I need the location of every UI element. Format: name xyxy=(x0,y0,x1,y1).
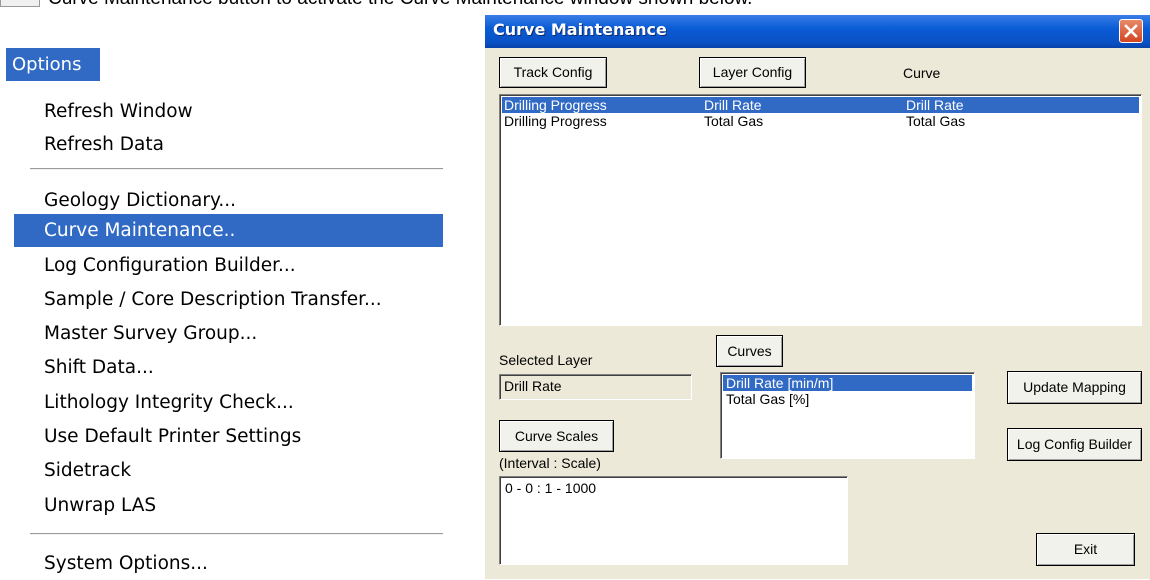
options-menu-title[interactable]: Options xyxy=(6,48,100,81)
menu-item-shift-data[interactable]: Shift Data... xyxy=(14,351,443,384)
scale-list-item-label: 0 - 0 : 1 - 1000 xyxy=(505,480,597,496)
dialog-titlebar[interactable]: Curve Maintenance xyxy=(485,15,1150,48)
curves-list-item[interactable]: Drill Rate [min/m] xyxy=(723,375,972,391)
mapping-row[interactable]: Drilling Progress Drill Rate Drill Rate xyxy=(502,97,1139,113)
instruction-text: Curve Maintenance button to activate the… xyxy=(48,0,752,9)
curves-list-item-label: Drill Rate [min/m] xyxy=(726,375,834,391)
selected-layer-label: Selected Layer xyxy=(499,352,593,368)
curves-button[interactable]: Curves xyxy=(716,335,783,367)
interval-scale-label: (Interval : Scale) xyxy=(499,455,601,471)
menu-item-sidetrack[interactable]: Sidetrack xyxy=(14,454,443,487)
instruction-caption: Curve Maintenance button to activate the… xyxy=(0,0,1150,10)
button-glyph-icon xyxy=(0,0,40,7)
menu-item-curve-maintenance[interactable]: Curve Maintenance.. xyxy=(14,214,443,247)
close-icon xyxy=(1124,24,1138,38)
mapping-track: Drilling Progress xyxy=(504,113,607,129)
close-button[interactable] xyxy=(1119,19,1143,43)
curves-list-item[interactable]: Total Gas [%] xyxy=(723,391,972,407)
track-config-button[interactable]: Track Config xyxy=(499,57,607,88)
menu-item-log-configuration-builder[interactable]: Log Configuration Builder... xyxy=(14,249,443,282)
menu-item-master-survey-group[interactable]: Master Survey Group... xyxy=(14,317,443,350)
selected-layer-field: Drill Rate xyxy=(499,374,692,400)
log-config-builder-button[interactable]: Log Config Builder xyxy=(1007,428,1142,461)
mapping-curve: Drill Rate xyxy=(906,97,964,113)
scale-list-item[interactable]: 0 - 0 : 1 - 1000 xyxy=(502,480,842,496)
curves-list[interactable]: Drill Rate [min/m] Total Gas [%] xyxy=(720,372,975,459)
menu-item-sample-core-transfer[interactable]: Sample / Core Description Transfer... xyxy=(14,283,443,316)
dialog-title: Curve Maintenance xyxy=(493,20,667,39)
menu-item-lithology-integrity-check[interactable]: Lithology Integrity Check... xyxy=(14,386,443,419)
curve-column-header: Curve xyxy=(903,65,941,81)
menu-item-default-printer-settings[interactable]: Use Default Printer Settings xyxy=(14,420,443,453)
mapping-layer: Drill Rate xyxy=(704,97,762,113)
menu-item-geology-dictionary[interactable]: Geology Dictionary... xyxy=(14,184,443,217)
menu-separator xyxy=(30,168,443,170)
menu-item-unwrap-las[interactable]: Unwrap LAS xyxy=(14,489,443,522)
menu-item-refresh-data[interactable]: Refresh Data xyxy=(14,128,443,161)
curves-list-item-label: Total Gas [%] xyxy=(726,391,810,407)
mapping-curve: Total Gas xyxy=(906,113,966,129)
curve-maintenance-dialog: Curve Maintenance Track Config Layer Con… xyxy=(485,15,1150,579)
curve-scales-list[interactable]: 0 - 0 : 1 - 1000 xyxy=(499,476,848,565)
mapping-track: Drilling Progress xyxy=(504,97,607,113)
mapping-list[interactable]: Drilling Progress Drill Rate Drill Rate … xyxy=(499,94,1142,326)
layer-config-button[interactable]: Layer Config xyxy=(699,57,806,88)
mapping-layer: Total Gas xyxy=(704,113,764,129)
mapping-row[interactable]: Drilling Progress Total Gas Total Gas xyxy=(502,113,1139,129)
options-menu: Refresh Window Refresh Data Geology Dict… xyxy=(14,83,443,579)
menu-item-system-options[interactable]: System Options... xyxy=(14,547,443,580)
curve-scales-button[interactable]: Curve Scales xyxy=(499,420,614,452)
update-mapping-button[interactable]: Update Mapping xyxy=(1007,371,1142,404)
exit-button[interactable]: Exit xyxy=(1036,533,1135,566)
menu-item-refresh-window[interactable]: Refresh Window xyxy=(14,95,443,128)
menu-separator xyxy=(30,533,443,535)
